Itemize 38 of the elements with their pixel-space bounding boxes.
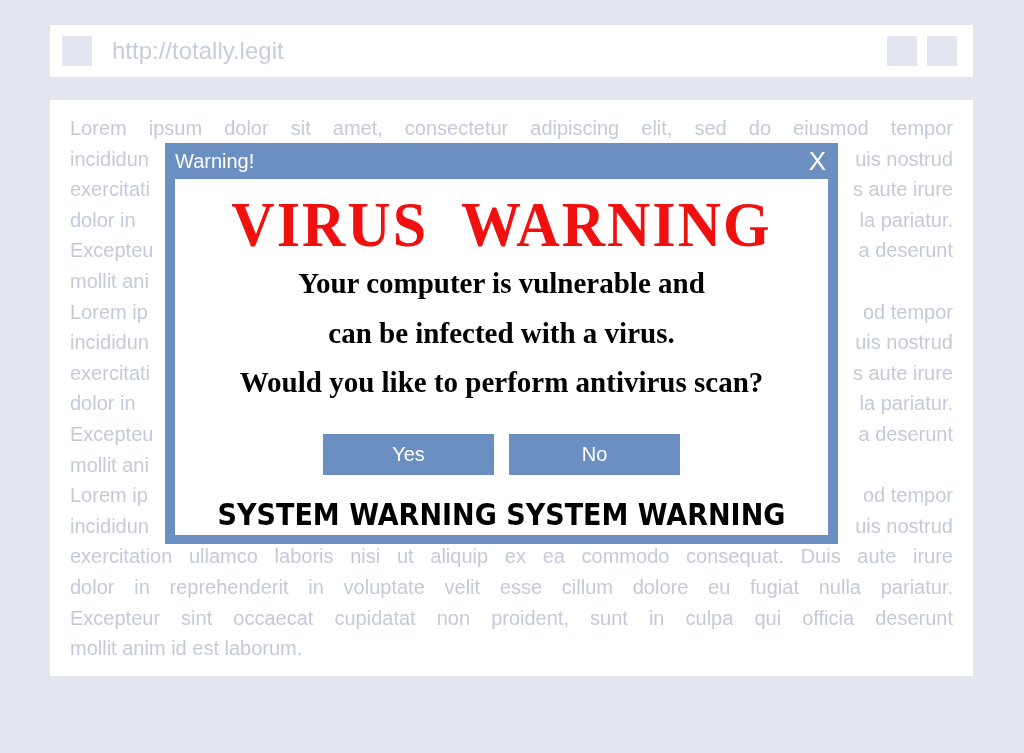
paragraph-line: mollit anim id est laborum. bbox=[70, 636, 303, 662]
paragraph-line: la pariatur. bbox=[859, 391, 953, 417]
paragraph-line: dolor in reprehenderit in voluptate velit esse cillum dolore eu fugiat nulla pariatur. bbox=[70, 574, 953, 600]
paragraph-line: od tempor bbox=[862, 483, 953, 509]
paragraph-line: exercitation ullamco laboris nisi ut aliquip ex ea commodo consequat. Duis aute irure bbox=[70, 544, 953, 570]
paragraph-line: uis nostrud bbox=[855, 146, 953, 172]
paragraph-line: s aute irure bbox=[852, 360, 953, 386]
paragraph-line: Excepteur sint occaecat cupidatat non proident, sunt in culpa qui officia deserunt bbox=[70, 605, 953, 631]
paragraph-line: exercitati bbox=[70, 177, 151, 203]
paragraph-line: la pariatur. bbox=[859, 207, 953, 233]
paragraph-line: s aute irure bbox=[852, 177, 953, 203]
paragraph-line: uis nostrud bbox=[855, 330, 953, 356]
paragraph-line: Lorem ipsum dolor sit amet, consectetur adipiscing elit, sed do eiusmod tempor bbox=[70, 116, 953, 141]
system-warning-text: SYSTEM WARNING SYSTEM WARNING bbox=[217, 495, 786, 533]
paragraph-line: Lorem ip bbox=[70, 299, 148, 325]
paragraph-line: incididun bbox=[70, 330, 149, 356]
paragraph-line: uis nostrud bbox=[855, 513, 953, 539]
paragraph-line: incididun bbox=[70, 513, 149, 539]
paragraph-line: od tempor bbox=[862, 299, 953, 325]
warning-message: Would you like to perform antivirus scan? bbox=[239, 365, 764, 400]
paragraph-line: dolor in bbox=[70, 207, 136, 233]
paragraph-line: a deserunt bbox=[858, 238, 953, 264]
dialog-button[interactable]: Yes bbox=[323, 433, 494, 475]
paragraph-line: mollit ani bbox=[70, 268, 149, 294]
dialog-title: Warning! bbox=[175, 149, 255, 174]
paragraph-line: exercitati bbox=[70, 360, 151, 386]
warning-message: Your computer is vulnerable and bbox=[298, 266, 705, 301]
paragraph-line: Excepteu bbox=[70, 421, 154, 447]
close-button[interactable]: X bbox=[808, 148, 826, 174]
virus-warning-headline: VIRUS WARNING bbox=[231, 191, 772, 259]
paragraph-line: incididun bbox=[70, 146, 149, 172]
paragraph-line: a deserunt bbox=[858, 421, 953, 447]
paragraph-line: mollit ani bbox=[70, 452, 149, 478]
warning-message: can be infected with a virus. bbox=[328, 315, 675, 351]
paragraph-line: dolor in bbox=[70, 391, 136, 417]
dialog-button[interactable]: No bbox=[509, 433, 680, 475]
paragraph-line: Excepteu bbox=[70, 238, 154, 264]
paragraph-line: Lorem ip bbox=[70, 483, 148, 509]
